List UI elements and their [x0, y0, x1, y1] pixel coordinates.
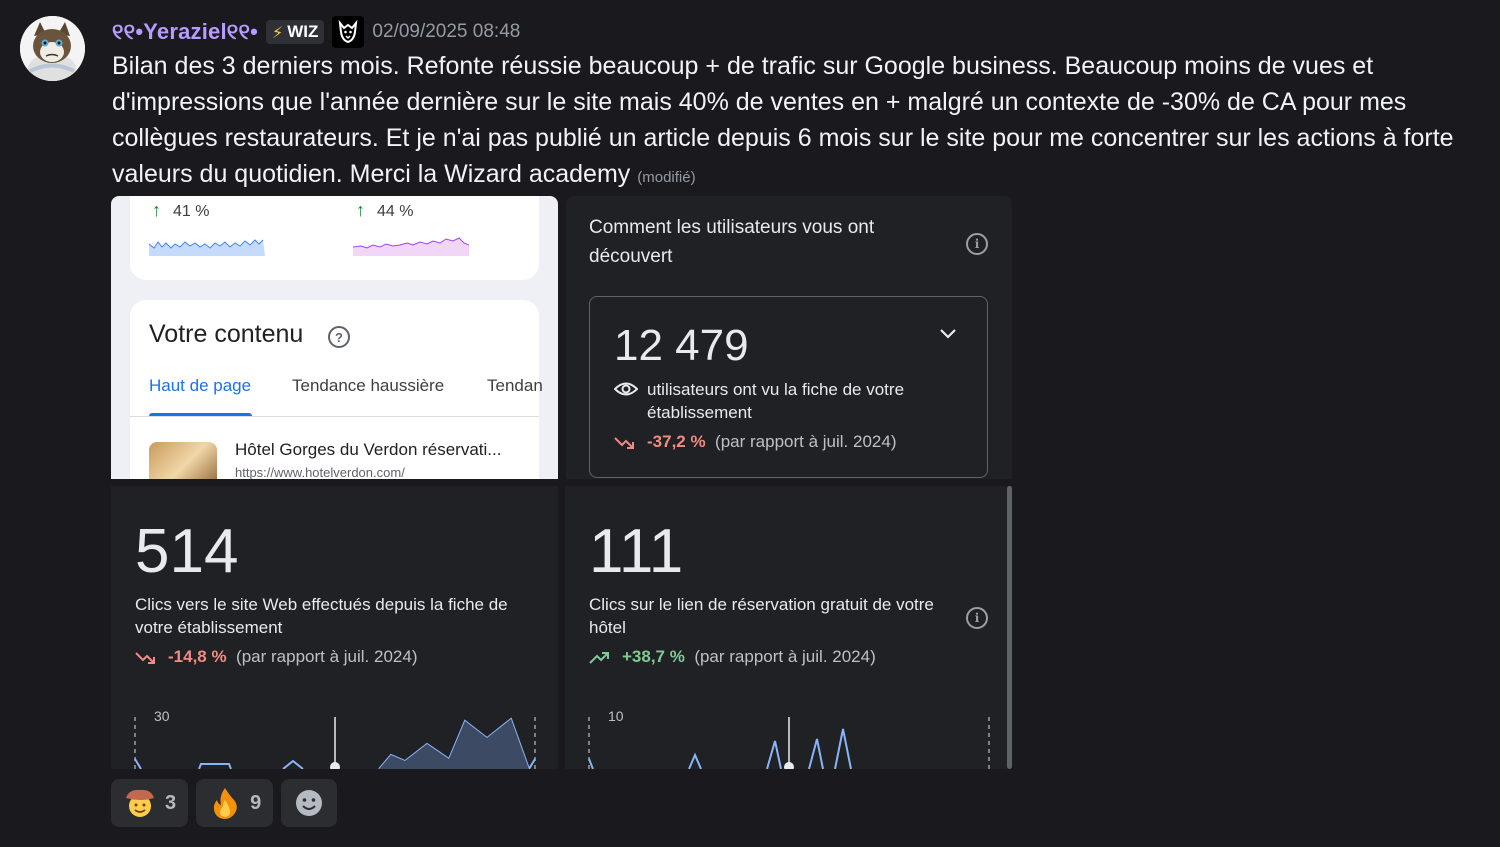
booking-clicks-description: Clics sur le lien de réservation gratuit…: [589, 595, 934, 637]
message-timestamp[interactable]: 02/09/2025 08:48: [372, 21, 520, 43]
attachment-website-clicks-screenshot[interactable]: 514 Clics vers le site Web effectués dep…: [111, 486, 558, 769]
page-item-url: https://www.hotelverdon.com/: [235, 465, 405, 479]
discovery-delta-row: -37,2 % (par rapport à juil. 2024): [647, 432, 896, 452]
message-header: ୧୧•Yeraziel୧୧• ⚡ WIZ 02/09/2025 08:48: [112, 16, 520, 48]
cowboy-face-emoji-icon: [126, 789, 154, 817]
eye-icon: [614, 382, 638, 396]
sparkline-2: [353, 237, 469, 256]
website-clicks-delta: -14,8 %: [168, 647, 227, 666]
wolf-badge-icon[interactable]: [332, 16, 365, 48]
reaction-cowboy[interactable]: 3: [111, 779, 189, 827]
hotel-thumbnail: [149, 442, 217, 479]
trending-down-icon: [614, 437, 634, 449]
website-clicks-chart: [134, 717, 536, 769]
fire-emoji-icon: [214, 788, 237, 819]
attachment-discovery-screenshot[interactable]: Comment les utilisateurs vous ont découv…: [566, 196, 1012, 479]
discovery-value: 12 479: [614, 321, 749, 370]
booking-clicks-delta: +38,7 %: [622, 647, 685, 666]
stats-card: ↑ 41 % ↑ 44 %: [130, 196, 539, 280]
arrow-up-icon: ↑: [152, 200, 161, 220]
discovery-delta: -37,2 %: [647, 432, 706, 451]
website-clicks-description: Clics vers le site Web effectués depuis …: [135, 595, 508, 637]
discovery-title: Comment les utilisateurs vous ont découv…: [589, 217, 875, 267]
booking-clicks-delta-row: +38,7 % (par rapport à juil. 2024): [622, 647, 876, 667]
add-reaction-icon: [296, 790, 323, 816]
tab-top-pages: Haut de page: [149, 376, 252, 395]
guild-tag[interactable]: ⚡ WIZ: [266, 20, 325, 44]
tab-trending-up: Tendance haussière: [292, 376, 445, 395]
website-clicks-delta-row: -14,8 % (par rapport à juil. 2024): [168, 647, 417, 667]
attachment-booking-clicks-screenshot[interactable]: 111 Clics sur le lien de réservation gra…: [565, 486, 1012, 769]
website-clicks-comparison: (par rapport à juil. 2024): [236, 647, 418, 666]
message-text: Bilan des 3 derniers mois. Refonte réuss…: [112, 52, 1454, 188]
user-avatar[interactable]: [20, 16, 85, 81]
scrollbar[interactable]: [1007, 486, 1012, 769]
booking-clicks-value: 111: [589, 517, 684, 586]
attachment-content-screenshot[interactable]: ↑ 41 % ↑ 44 % Votre contenu ? Haut de pa…: [111, 196, 558, 479]
message-content: Bilan des 3 derniers mois. Refonte réuss…: [112, 48, 1472, 196]
stat-percent-2: 44 %: [377, 203, 414, 220]
website-clicks-value: 514: [135, 517, 239, 586]
info-icon: i: [966, 607, 988, 629]
edited-label: (modifié): [637, 169, 696, 186]
trending-up-icon: [589, 652, 609, 664]
reaction-fire[interactable]: 9: [196, 779, 274, 827]
tab-divider: [130, 416, 539, 417]
booking-clicks-chart: [588, 717, 990, 769]
lightning-icon: ⚡: [272, 22, 284, 42]
tab-trending-partial: Tendan: [487, 376, 543, 395]
booking-clicks-comparison: (par rapport à juil. 2024): [694, 647, 876, 666]
trending-down-icon: [135, 652, 155, 664]
discovery-description: utilisateurs ont vu la fiche de votre ét…: [647, 380, 905, 422]
discovery-metric-box: 12 479 utilisateurs ont vu la fiche de v…: [589, 296, 988, 478]
content-title: Votre contenu: [149, 320, 304, 348]
discovery-comparison: (par rapport à juil. 2024): [715, 432, 897, 451]
guild-tag-label: WIZ: [287, 22, 319, 41]
reactions-bar: 3 9: [111, 779, 338, 827]
username[interactable]: ୧୧•Yeraziel୧୧•: [112, 19, 258, 45]
content-card: Votre contenu ? Haut de page Tendance ha…: [130, 300, 543, 479]
add-reaction-button[interactable]: [281, 779, 338, 827]
stat-percent-1: 41 %: [173, 203, 210, 220]
help-icon: ?: [328, 326, 350, 348]
chevron-down-icon: [940, 329, 956, 339]
reaction-count: 9: [250, 791, 262, 814]
page-item-title: Hôtel Gorges du Verdon réservati...: [235, 440, 502, 459]
sparkline-1: [149, 239, 265, 256]
info-icon: i: [966, 233, 988, 255]
arrow-up-icon: ↑: [356, 200, 365, 220]
reaction-count: 3: [165, 791, 177, 814]
